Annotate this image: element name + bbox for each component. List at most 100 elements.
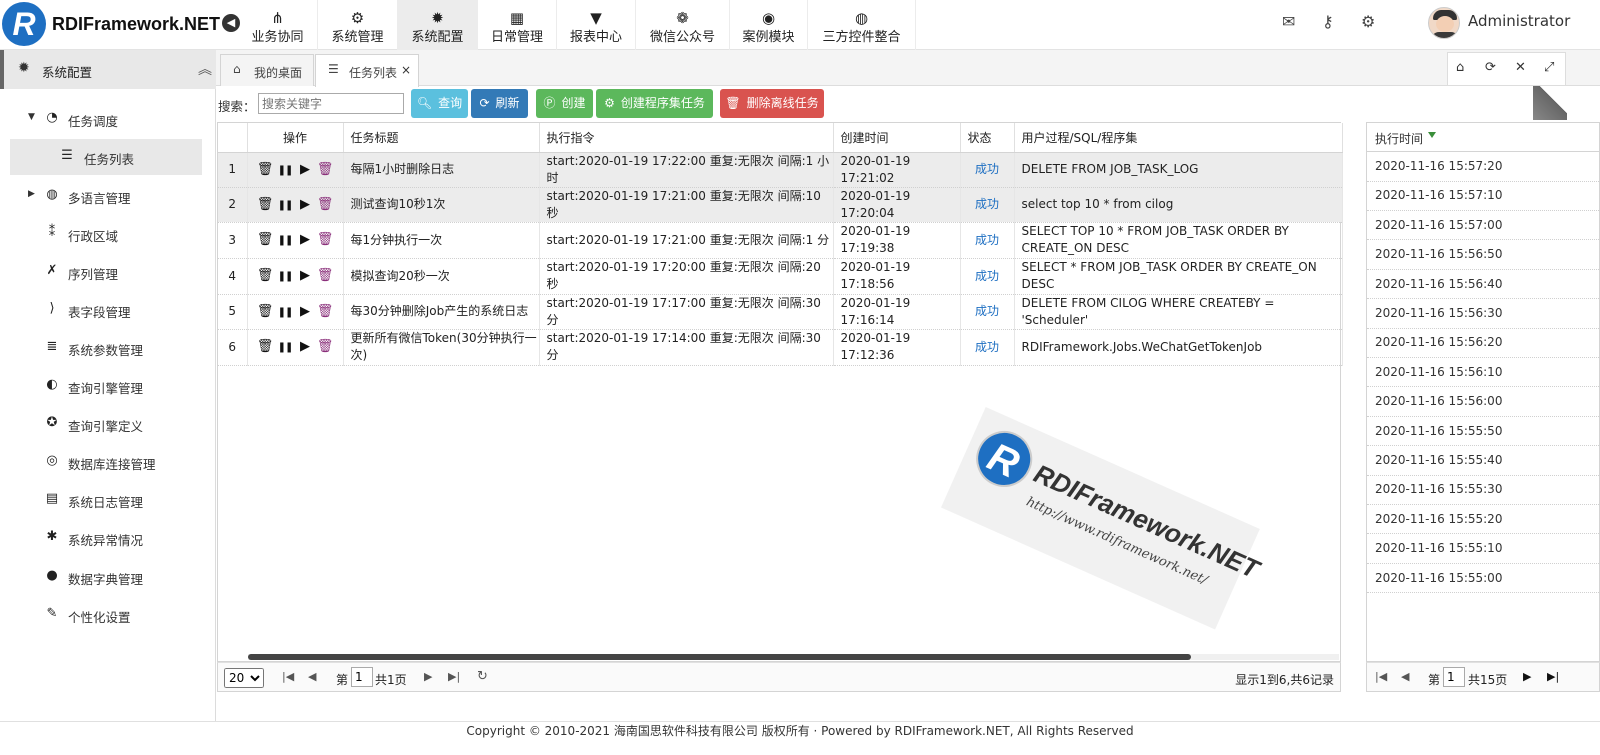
task-status-link[interactable]: 成功 — [960, 152, 1015, 188]
column-header[interactable]: 执行指令 — [539, 123, 834, 153]
delete-icon[interactable]: 🗑︎ — [255, 303, 275, 320]
settings-icon[interactable]: ⚙ — [1361, 12, 1375, 31]
execution-time-row[interactable]: 2020-11-16 15:56:50 — [1367, 240, 1600, 270]
pause-icon[interactable]: ❚❚ — [275, 339, 295, 356]
play-icon[interactable]: ▶ — [295, 267, 315, 284]
prev-page-icon[interactable]: ◀ — [1401, 670, 1409, 683]
tab-1[interactable]: ⌂ 我的桌面 — [220, 54, 314, 86]
pause-icon[interactable]: ❚❚ — [275, 304, 295, 321]
toolbar-button-3[interactable]: Ⓟ 创建 — [536, 89, 593, 118]
table-row[interactable]: 4 🗑︎ ❚❚ ▶ 🗑︎ 模拟查询20秒一次 start:2020-01-19 17:20:… — [218, 258, 1343, 295]
column-header[interactable]: 任务标题 — [343, 123, 540, 153]
corner-fold[interactable] — [1533, 86, 1567, 120]
tab-2[interactable]: ☰ 任务列表 × — [315, 54, 419, 87]
execution-time-row[interactable]: 2020-11-16 15:56:30 — [1367, 299, 1600, 329]
delete-icon[interactable]: 🗑︎ — [255, 338, 275, 355]
next-page-icon[interactable]: ▶ — [424, 670, 432, 683]
execution-time-row[interactable]: 2020-11-16 15:55:00 — [1367, 564, 1600, 594]
table-row[interactable]: 1 🗑︎ ❚❚ ▶ 🗑︎ 每隔1小时删除日志 start:2020-01-19 17:22:… — [218, 152, 1343, 188]
pause-icon[interactable]: ❚❚ — [275, 268, 295, 285]
delete-icon[interactable]: 🗑︎ — [255, 196, 275, 213]
last-page-icon[interactable]: ▶| — [448, 670, 460, 683]
sidebar-item-10[interactable]: ◎ 数据库连接管理 — [0, 444, 216, 480]
sidebar-item-2[interactable]: ☰ 任务列表 — [10, 139, 202, 175]
remove-icon[interactable]: 🗑︎ — [315, 196, 335, 213]
execution-time-row[interactable]: 2020-11-16 15:57:00 — [1367, 211, 1600, 241]
first-page-icon[interactable]: |◀ — [1375, 670, 1387, 683]
topnav-item-1[interactable]: ⋔ 业务协同 — [238, 0, 318, 50]
refresh-icon[interactable]: ⟳ — [1485, 60, 1496, 75]
topnav-item-7[interactable]: ◉ 案例模块 — [730, 0, 808, 50]
topnav-item-6[interactable]: ❁ 微信公众号 — [636, 0, 730, 50]
execution-time-row[interactable]: 2020-11-16 15:56:20 — [1367, 328, 1600, 358]
toolbar-button-5[interactable]: 🗑︎ 删除离线任务 — [720, 89, 824, 118]
task-status-link[interactable]: 成功 — [960, 222, 1015, 259]
sidebar-item-5[interactable]: ✗ 序列管理 — [0, 254, 216, 290]
toolbar-button-1[interactable]: 🔍︎ 查询 — [411, 89, 468, 118]
last-page-icon[interactable]: ▶| — [1547, 670, 1559, 683]
fullscreen-icon[interactable]: ⤢ — [1544, 60, 1554, 75]
page-number-input[interactable] — [351, 667, 373, 687]
column-header[interactable]: 创建时间 — [833, 123, 961, 153]
sidebar-item-8[interactable]: ◐ 查询引擎管理 — [0, 368, 216, 404]
execution-time-row[interactable]: 2020-11-16 15:55:30 — [1367, 475, 1600, 505]
toolbar-button-4[interactable]: ⚙ 创建程序集任务 — [596, 89, 713, 118]
column-header[interactable]: 用户过程/SQL/程序集 — [1014, 123, 1343, 153]
remove-icon[interactable]: 🗑︎ — [315, 338, 335, 355]
execution-time-header[interactable]: 执行时间 — [1367, 123, 1600, 152]
column-header[interactable]: 状态 — [960, 123, 1015, 153]
execution-time-row[interactable]: 2020-11-16 15:56:10 — [1367, 358, 1600, 388]
delete-icon[interactable]: 🗑︎ — [255, 267, 275, 284]
task-status-link[interactable]: 成功 — [960, 258, 1015, 295]
sidebar-item-14[interactable]: ✎ 个性化设置 — [0, 597, 216, 633]
play-icon[interactable]: ▶ — [295, 196, 315, 213]
sidebar-item-1[interactable]: ▼ ◔ 任务调度 — [0, 101, 216, 137]
execution-time-row[interactable]: 2020-11-16 15:55:50 — [1367, 417, 1600, 447]
pause-icon[interactable]: ❚❚ — [275, 197, 295, 214]
play-icon[interactable]: ▶ — [295, 231, 315, 248]
table-row[interactable]: 3 🗑︎ ❚❚ ▶ 🗑︎ 每1分钟执行一次 start:2020-01-19 17:21:0… — [218, 222, 1343, 259]
sidebar-item-7[interactable]: ≣ 系统参数管理 — [0, 330, 216, 366]
sidebar-header[interactable]: ✹ 系统配置 ︽ — [0, 50, 216, 89]
mail-icon[interactable]: ✉ — [1282, 12, 1295, 31]
avatar[interactable] — [1428, 7, 1460, 39]
remove-icon[interactable]: 🗑︎ — [315, 231, 335, 248]
close-tab-icon[interactable]: × — [401, 63, 411, 77]
sidebar-item-12[interactable]: ✱ 系统异常情况 — [0, 520, 216, 556]
execution-time-row[interactable]: 2020-11-16 15:57:20 — [1367, 152, 1600, 182]
topnav-item-5[interactable]: ▼ 报表中心 — [557, 0, 636, 50]
topnav-item-4[interactable]: ▦ 日常管理 — [478, 0, 557, 50]
pause-icon[interactable]: ❚❚ — [275, 232, 295, 249]
key-icon[interactable]: ⚷ — [1322, 12, 1334, 31]
first-page-icon[interactable]: |◀ — [282, 670, 294, 683]
sidebar-item-11[interactable]: ▤ 系统日志管理 — [0, 482, 216, 518]
reload-icon[interactable]: ↻ — [477, 669, 488, 684]
sidebar-item-13[interactable]: ● 数据字典管理 — [0, 559, 216, 595]
sidebar-item-6[interactable]: ⟩ 表字段管理 — [0, 292, 216, 328]
topnav-item-3[interactable]: ✹ 系统配置 — [398, 0, 478, 50]
execution-time-row[interactable]: 2020-11-16 15:55:20 — [1367, 505, 1600, 535]
topnav-item-8[interactable]: ◍ 三方控件整合 — [808, 0, 916, 50]
task-status-link[interactable]: 成功 — [960, 187, 1015, 223]
execution-time-row[interactable]: 2020-11-16 15:56:00 — [1367, 387, 1600, 417]
execution-time-row[interactable]: 2020-11-16 15:55:40 — [1367, 446, 1600, 476]
remove-icon[interactable]: 🗑︎ — [315, 303, 335, 320]
sidebar-item-9[interactable]: ✪ 查询引擎定义 — [0, 406, 216, 442]
play-icon[interactable]: ▶ — [295, 338, 315, 355]
sidebar-item-4[interactable]: ⁑ 行政区域 — [0, 216, 216, 252]
scrollbar-thumb[interactable] — [248, 654, 1191, 660]
toolbar-button-2[interactable]: ⟳ 刷新 — [471, 89, 528, 118]
play-icon[interactable]: ▶ — [295, 161, 315, 178]
home-icon[interactable]: ⌂ — [1456, 60, 1464, 75]
delete-icon[interactable]: 🗑︎ — [255, 161, 275, 178]
user-name[interactable]: Administrator — [1468, 12, 1570, 30]
prev-page-icon[interactable]: ◀ — [308, 670, 316, 683]
table-row[interactable]: 2 🗑︎ ❚❚ ▶ 🗑︎ 测试查询10秒1次 start:2020-01-19 17:21:… — [218, 187, 1343, 223]
search-input[interactable] — [258, 93, 404, 114]
task-status-link[interactable]: 成功 — [960, 294, 1015, 330]
play-icon[interactable]: ▶ — [295, 303, 315, 320]
table-row[interactable]: 5 🗑︎ ❚❚ ▶ 🗑︎ 每30分钟删除Job产生的系统日志 start:2020-01-1… — [218, 294, 1343, 330]
execution-time-row[interactable]: 2020-11-16 15:55:10 — [1367, 534, 1600, 564]
chevron-up-icon[interactable]: ︽ — [198, 59, 212, 79]
execution-time-row[interactable]: 2020-11-16 15:57:10 — [1367, 181, 1600, 211]
